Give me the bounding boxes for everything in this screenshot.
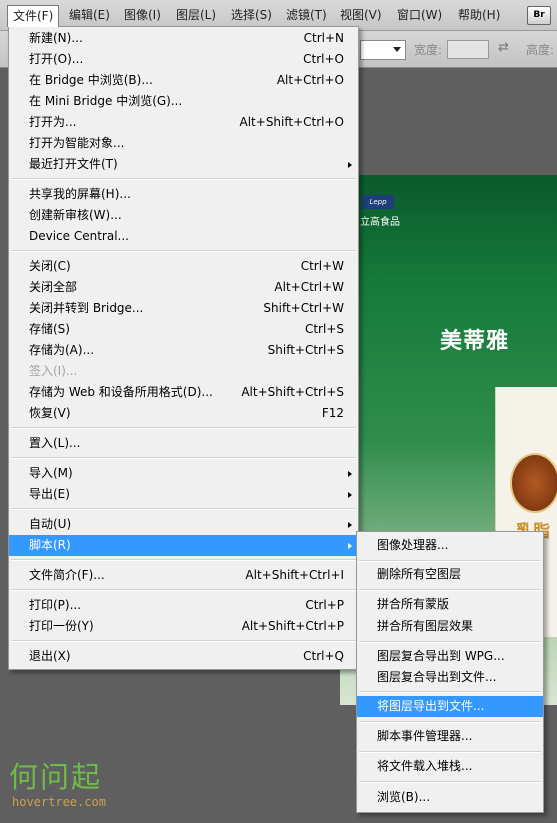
submenu-item-script-events-manager[interactable]: 脚本事件管理器... — [357, 726, 543, 747]
menu-layer[interactable]: 图层(L) — [173, 6, 219, 25]
menu-item-place[interactable]: 置入(L)... — [9, 433, 358, 454]
submenu-item-load-files-into-stack[interactable]: 将文件载入堆栈... — [357, 756, 543, 777]
menu-item-import[interactable]: 导入(M) — [9, 463, 358, 484]
menu-item-close-go-bridge[interactable]: 关闭并转到 Bridge... Shift+Ctrl+W — [9, 298, 358, 319]
menu-item-recent-files[interactable]: 最近打开文件(T) — [9, 154, 358, 175]
menu-item-save-as[interactable]: 存储为(A)... Shift+Ctrl+S — [9, 340, 358, 361]
menu-item-check-in: 签入(I)... — [29, 364, 78, 378]
watermark-url: hovertree.com — [12, 795, 106, 809]
menu-item-close[interactable]: 关闭(C) Ctrl+W — [9, 256, 358, 277]
menu-item-browse-mini-bridge[interactable]: 在 Mini Bridge 中浏览(G)... — [9, 91, 358, 112]
menu-item-file-info[interactable]: 文件简介(F)... Alt+Shift+Ctrl+I — [9, 565, 358, 586]
menu-item-open-as[interactable]: 打开为... Alt+Shift+Ctrl+O — [9, 112, 358, 133]
submenu-item-export-layers-to-files[interactable]: 将图层导出到文件... — [357, 696, 543, 717]
menu-item-revert[interactable]: 恢复(V) F12 — [9, 403, 358, 424]
submenu-item-flatten-layer-effects[interactable]: 拼合所有图层效果 — [357, 616, 543, 637]
menu-separator — [11, 589, 356, 591]
menu-separator — [11, 427, 356, 429]
menu-separator — [11, 559, 356, 561]
menu-item-create-review[interactable]: 创建新审核(W)... — [9, 205, 358, 226]
menu-item-new[interactable]: 新建(N)... Ctrl+N — [9, 28, 358, 49]
menu-separator — [11, 508, 356, 510]
menu-item-print-one[interactable]: 打印一份(Y) Alt+Shift+Ctrl+P — [9, 616, 358, 637]
menu-item-exit[interactable]: 退出(X) Ctrl+Q — [9, 646, 358, 667]
company-logo: Lepp — [362, 195, 394, 209]
menu-item-share-screen[interactable]: 共享我的屏幕(H)... — [9, 184, 358, 205]
menu-separator — [359, 721, 541, 723]
menu-edit[interactable]: 编辑(E) — [66, 6, 113, 25]
company-caption: 立高食品 — [360, 217, 400, 228]
menu-item-print[interactable]: 打印(P)... Ctrl+P — [9, 595, 358, 616]
submenu-item-delete-empty-layers[interactable]: 删除所有空图层 — [357, 564, 543, 585]
menu-item-close-all[interactable]: 关闭全部 Alt+Ctrl+W — [9, 277, 358, 298]
menu-separator — [11, 640, 356, 642]
menu-item-scripts[interactable]: 脚本(R) — [9, 535, 358, 556]
submenu-item-comps-to-wpg[interactable]: 图层复合导出到 WPG... — [357, 646, 543, 667]
submenu-arrow-icon — [348, 162, 352, 168]
menu-select[interactable]: 选择(S) — [228, 6, 275, 25]
menu-separator — [359, 641, 541, 643]
menu-item-save[interactable]: 存储(S) Ctrl+S — [9, 319, 358, 340]
menu-item-open[interactable]: 打开(O)... Ctrl+O — [9, 49, 358, 70]
file-menu: 新建(N)... Ctrl+N 打开(O)... Ctrl+O 在 Bridge 中… — [8, 26, 359, 670]
menu-separator — [359, 781, 541, 783]
submenu-item-comps-to-files[interactable]: 图层复合导出到文件... — [357, 667, 543, 688]
bridge-button[interactable]: Br — [527, 6, 551, 25]
menu-separator — [11, 457, 356, 459]
submenu-item-image-processor[interactable]: 图像处理器... — [357, 535, 543, 556]
menu-separator — [359, 560, 541, 562]
submenu-arrow-icon — [348, 522, 352, 528]
menu-item-browse-bridge[interactable]: 在 Bridge 中浏览(B)... Alt+Ctrl+O — [9, 70, 358, 91]
submenu-item-browse[interactable]: 浏览(B)... — [357, 787, 543, 808]
menu-separator — [11, 178, 356, 180]
brand-title: 美蒂雅 — [440, 329, 510, 354]
style-dropdown[interactable] — [360, 40, 406, 60]
menu-item-automate[interactable]: 自动(U) — [9, 514, 358, 535]
width-input[interactable] — [447, 40, 489, 59]
product-badge — [510, 453, 557, 513]
watermark-title: 何问起 — [9, 760, 103, 794]
submenu-item-flatten-masks[interactable]: 拼合所有蒙版 — [357, 594, 543, 615]
scripts-submenu: 图像处理器... 删除所有空图层 拼合所有蒙版 拼合所有图层效果 图层复合导出到… — [356, 531, 544, 813]
menu-item-device-central[interactable]: Device Central... — [9, 226, 358, 247]
menu-item-open-smart-object[interactable]: 打开为智能对象... — [9, 133, 358, 154]
chevron-down-icon — [393, 47, 401, 52]
submenu-arrow-icon — [348, 492, 352, 498]
width-label: 宽度: — [414, 43, 443, 57]
menu-separator — [359, 751, 541, 753]
menu-filter[interactable]: 滤镜(T) — [283, 6, 330, 25]
swap-icon[interactable]: ⇄ — [498, 40, 509, 55]
menu-separator — [11, 250, 356, 252]
menu-separator — [359, 691, 541, 693]
menu-separator — [359, 589, 541, 591]
submenu-arrow-icon — [348, 471, 352, 477]
height-label: 高度: — [526, 43, 555, 57]
menu-item-export[interactable]: 导出(E) — [9, 484, 358, 505]
menu-file[interactable]: 文件(F) — [7, 5, 60, 27]
menu-view[interactable]: 视图(V) — [337, 6, 385, 25]
menu-window[interactable]: 窗口(W) — [394, 6, 445, 25]
menu-image[interactable]: 图像(I) — [121, 6, 164, 25]
submenu-arrow-icon — [348, 543, 352, 549]
menu-item-save-for-web[interactable]: 存储为 Web 和设备所用格式(D)... Alt+Shift+Ctrl+S — [9, 382, 358, 403]
menu-help[interactable]: 帮助(H) — [455, 6, 503, 25]
